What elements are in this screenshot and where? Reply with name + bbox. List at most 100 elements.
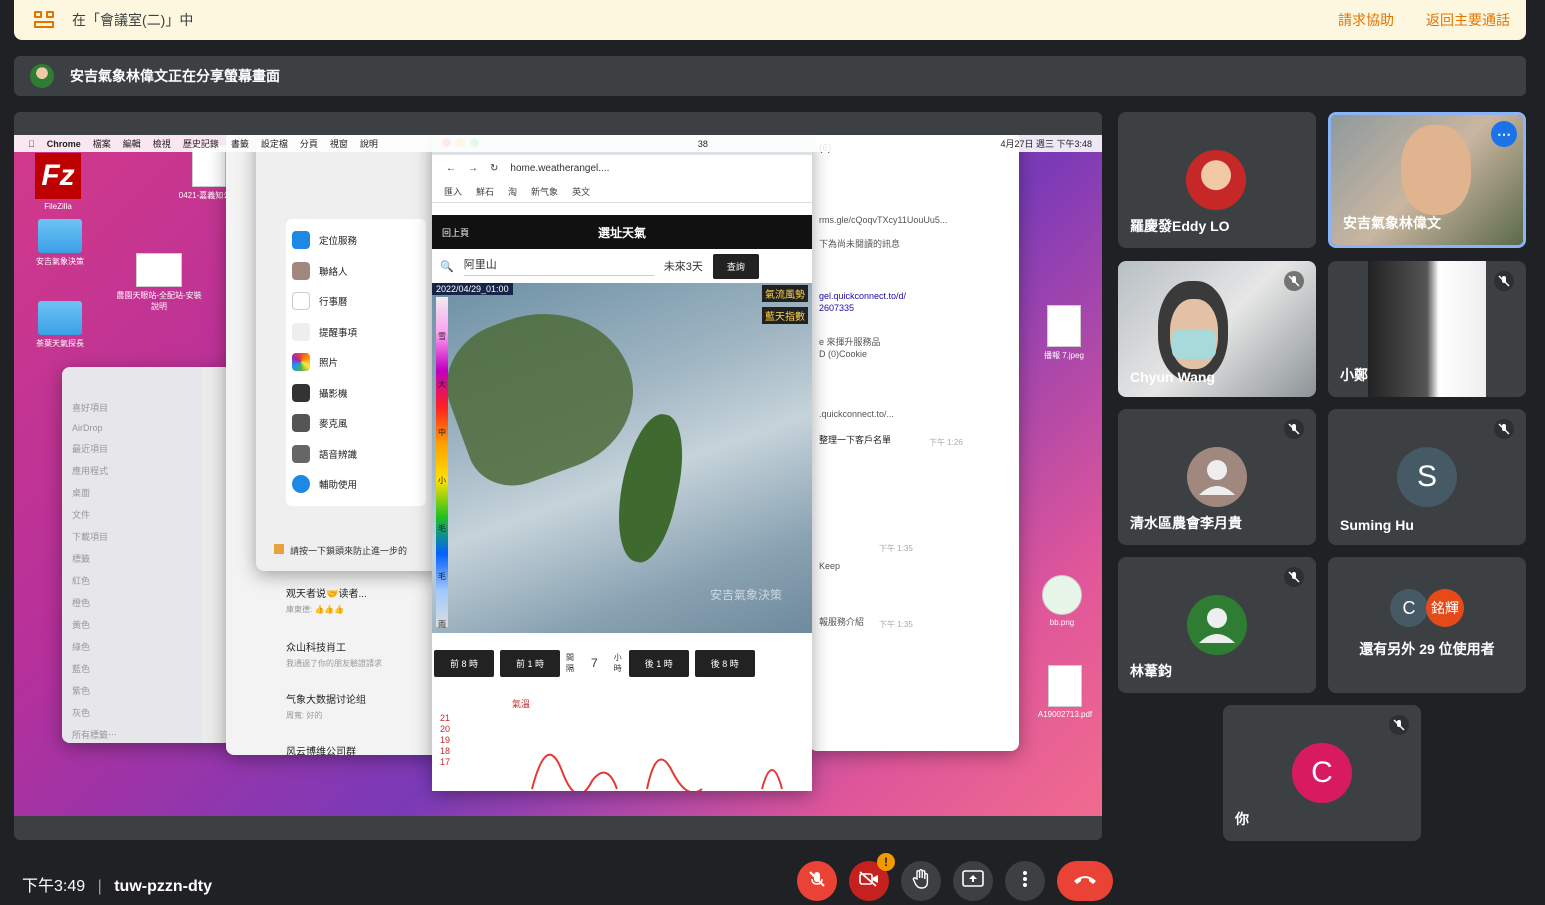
- finder-tag[interactable]: 紅色: [72, 574, 192, 587]
- desktop-icon-label: 茶葉天氣探長: [36, 339, 84, 348]
- chat-item[interactable]: 风云博维公司群: [286, 743, 436, 755]
- chat-line: e 來揮升服務品: [819, 337, 881, 347]
- participant-tile[interactable]: 羅慶發Eddy LO: [1118, 112, 1316, 248]
- present-screen-icon: [962, 869, 984, 893]
- weather-map[interactable]: 2022/04/29_01:00 氣流風勢 藍天指數 安吉氣象決策 雪 大 中 …: [432, 283, 812, 633]
- reminders-icon: [292, 322, 310, 341]
- leave-call-button[interactable]: [1057, 861, 1113, 901]
- self-tile[interactable]: C 你: [1223, 705, 1421, 841]
- legend-label: 毛毛雨: [438, 524, 446, 629]
- calendar-icon: [292, 292, 310, 311]
- airflow-badge[interactable]: 氣流風勢: [762, 285, 808, 302]
- finder-tag[interactable]: 橙色: [72, 596, 192, 609]
- settings-item-label: 麥克風: [319, 419, 348, 431]
- chat-link[interactable]: 2607335: [819, 303, 854, 313]
- back-arrow-icon[interactable]: ←: [446, 163, 456, 174]
- chat-link[interactable]: gel.quickconnect.to/d/: [819, 291, 906, 301]
- weather-header: 回上頁 選址天氣: [432, 215, 812, 249]
- graph-tab-temperature[interactable]: 氣溫: [512, 697, 812, 710]
- chat-item[interactable]: 气象大数据讨论组 周寬: 好的: [286, 691, 436, 721]
- settings-item[interactable]: 麥克風: [292, 408, 420, 439]
- settings-item[interactable]: 行事曆: [292, 286, 420, 317]
- desktop-icon-image: bb.png: [1032, 575, 1092, 627]
- settings-item[interactable]: 語音辨識: [292, 439, 420, 470]
- participant-photo: [1186, 150, 1246, 210]
- bookmark[interactable]: 新气象: [531, 185, 558, 198]
- step-value[interactable]: 7: [591, 656, 598, 670]
- chat-item[interactable]: 观天者说🤝读者... 庫東德: 👍👍👍: [286, 585, 436, 615]
- bookmark[interactable]: 英文: [572, 185, 590, 198]
- legend-label: 中: [438, 428, 446, 437]
- others-tile[interactable]: C 銘輝 還有另外 29 位使用者: [1328, 557, 1526, 693]
- back-page-button[interactable]: 回上頁: [442, 226, 469, 239]
- finder-tag[interactable]: 綠色: [72, 640, 192, 653]
- meeting-code: tuw-pzzn-dty: [114, 878, 212, 895]
- finder-tag[interactable]: 灰色: [72, 706, 192, 719]
- settings-item[interactable]: 攝影機: [292, 378, 420, 409]
- participant-tile[interactable]: 林葦鈞: [1118, 557, 1316, 693]
- query-button[interactable]: 查詢: [712, 253, 759, 279]
- prev-8h-button[interactable]: 前 8 時: [434, 649, 495, 677]
- participant-tile-active[interactable]: ⋯ 安吉氣象林偉文: [1328, 112, 1526, 248]
- return-main-button[interactable]: 返回主要通話: [1426, 10, 1510, 30]
- bookmark[interactable]: 鮮石: [476, 185, 494, 198]
- forward-arrow-icon[interactable]: →: [468, 163, 478, 174]
- finder-item[interactable]: 桌面: [72, 486, 192, 499]
- face-mask: [1172, 329, 1216, 359]
- settings-lock-hint[interactable]: 請按一下鎖頭來防止進一步的: [274, 544, 407, 557]
- next-8h-button[interactable]: 後 8 時: [694, 649, 755, 677]
- settings-item[interactable]: 輔助使用: [292, 469, 420, 500]
- present-screen-button[interactable]: [953, 861, 993, 901]
- mic-toggle-button[interactable]: [797, 861, 837, 901]
- prev-1h-button[interactable]: 前 1 時: [500, 649, 561, 677]
- participant-tile[interactable]: 小鄭: [1328, 261, 1526, 397]
- finder-item[interactable]: 應用程式: [72, 464, 192, 477]
- self-avatar: C: [1292, 743, 1352, 803]
- address-bar[interactable]: home.weatherangel....: [510, 163, 609, 174]
- map-timestamp: 2022/04/29_01:00: [432, 283, 513, 295]
- messages-window: (6) rms.gle/cQoqvTXcy11UouUu5... 下為尚未閱讀的…: [809, 135, 1019, 751]
- finder-item[interactable]: 下載項目: [72, 530, 192, 543]
- finder-tag[interactable]: 紫色: [72, 684, 192, 697]
- ask-help-button[interactable]: 請求協助: [1338, 10, 1394, 30]
- raise-hand-button[interactable]: [901, 861, 941, 901]
- settings-item[interactable]: 定位服務: [292, 225, 420, 256]
- chat-title: 观天者说🤝读者...: [286, 589, 367, 600]
- settings-item[interactable]: 提醒事項: [292, 317, 420, 348]
- finder-tag[interactable]: 所有標籤⋯: [72, 728, 192, 741]
- participant-tile[interactable]: S Suming Hu: [1328, 409, 1526, 545]
- hand-icon: [912, 868, 930, 894]
- finder-tag[interactable]: 黃色: [72, 618, 192, 631]
- bookmark[interactable]: 淘: [508, 185, 517, 198]
- map-watermark: 安吉氣象決策: [709, 588, 782, 602]
- settings-item[interactable]: 照片: [292, 347, 420, 378]
- more-options-icon[interactable]: ⋯: [1491, 121, 1517, 147]
- participant-tile[interactable]: 清水區農會李月貴: [1118, 409, 1316, 545]
- settings-item[interactable]: 聯絡人: [292, 256, 420, 287]
- menubar-item: 檢視: [146, 139, 171, 149]
- bookmark[interactable]: 匯入: [444, 185, 462, 198]
- participant-tile[interactable]: Chyun Wang: [1118, 261, 1316, 397]
- chat-preview: 我通過了你的朋友驗證請求: [286, 659, 382, 668]
- camera-toggle-button[interactable]: !: [849, 853, 895, 901]
- reload-icon[interactable]: ↻: [490, 163, 498, 174]
- chat-item[interactable]: 众山科技肖工 我通過了你的朋友驗證請求: [286, 639, 436, 669]
- finder-item[interactable]: AirDrop: [72, 423, 192, 433]
- next-1h-button[interactable]: 後 1 時: [628, 649, 689, 677]
- blue-sky-badge[interactable]: 藍天指數: [762, 307, 808, 324]
- chat-time: 下午 1:35: [879, 620, 913, 629]
- weather-page-title: 選址天氣: [597, 225, 646, 240]
- warning-badge: !: [877, 853, 895, 871]
- accessibility-icon: [292, 475, 310, 494]
- finder-tag[interactable]: 藍色: [72, 662, 192, 675]
- more-options-button[interactable]: [1005, 861, 1045, 901]
- location-input[interactable]: 阿里山: [463, 256, 654, 276]
- settings-list: 定位服務 聯絡人 行事曆 提醒事項 照片 攝影機 麥克風 語音辨識 輔助使用: [286, 219, 426, 506]
- camera-off-icon: [859, 870, 879, 892]
- menubar-item: 檔案: [86, 139, 111, 149]
- breakout-banner: 在「會議室(二)」中 請求協助 返回主要通話: [14, 0, 1526, 40]
- forecast-range-select[interactable]: 未來3天: [664, 258, 703, 274]
- finder-item[interactable]: 最近項目: [72, 442, 192, 455]
- finder-item[interactable]: 文件: [72, 508, 192, 521]
- participant-name: Suming Hu: [1340, 517, 1414, 533]
